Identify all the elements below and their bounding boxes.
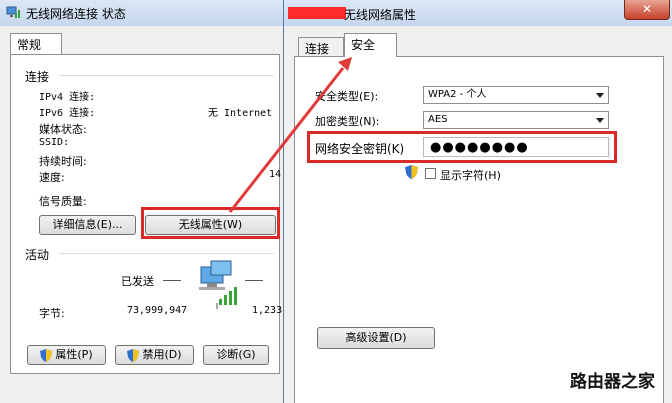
connection-divider	[59, 75, 274, 76]
watermark-text: 路由器之家	[570, 372, 655, 392]
network-icon	[6, 6, 20, 18]
speed-label: 速度:	[39, 171, 65, 184]
connection-status-window: 无线网络连接 状态 常规 连接 IPv4 连接: IPv6 连接: 无 Inte…	[0, 0, 287, 403]
media-state-label: 媒体状态:	[39, 123, 87, 136]
details-button[interactable]: 详细信息(E)...	[39, 215, 136, 235]
close-button[interactable]: ✕	[624, 0, 670, 20]
chevron-down-icon	[596, 118, 604, 123]
ssid-label: SSID:	[39, 137, 70, 148]
disable-button[interactable]: 禁用(D)	[115, 345, 194, 365]
bytes-label: 字节:	[39, 307, 65, 320]
encryption-type-label: 加密类型(N):	[315, 115, 380, 128]
security-type-label: 安全类型(E):	[315, 90, 379, 103]
chevron-down-icon	[596, 93, 604, 98]
speed-value: 14	[269, 169, 282, 180]
network-key-highlight	[307, 131, 617, 163]
right-window-title: 无线网络属性	[344, 8, 417, 22]
uac-shield-icon	[40, 348, 53, 362]
uac-shield-icon	[405, 165, 418, 179]
uac-shield-icon	[127, 348, 140, 362]
ipv6-value: 无 Internet	[208, 108, 273, 119]
ipv6-label: IPv6 连接:	[39, 108, 96, 119]
security-type-select[interactable]: WPA2 - 个人	[423, 86, 609, 104]
security-panel: 安全类型(E): WPA2 - 个人 加密类型(N): AES 网络安全密钥(K…	[294, 56, 664, 403]
show-characters-label: 显示字符(H)	[440, 169, 501, 182]
signal-quality-label: 信号质量:	[39, 195, 87, 208]
show-characters-checkbox[interactable]	[425, 168, 436, 179]
diagnose-button[interactable]: 诊断(G)	[203, 345, 269, 365]
encryption-type-select[interactable]: AES	[423, 111, 609, 129]
left-titlebar[interactable]: 无线网络连接 状态	[0, 0, 286, 26]
properties-button[interactable]: 属性(P)	[27, 345, 106, 365]
ipv4-label: IPv4 连接:	[39, 92, 96, 103]
tab-connection[interactable]: 连接	[298, 37, 344, 56]
activity-divider	[59, 253, 274, 254]
connection-heading: 连接	[25, 70, 50, 84]
tab-security[interactable]: 安全	[344, 33, 397, 57]
redacted-network-name	[288, 7, 346, 19]
sent-bytes-value: 73,999,947	[127, 305, 188, 316]
sent-line	[163, 280, 181, 281]
close-icon: ✕	[641, 2, 653, 16]
activity-heading: 活动	[25, 248, 50, 262]
tab-general[interactable]: 常规	[10, 33, 62, 55]
sent-label: 已发送	[121, 275, 154, 288]
advanced-settings-button[interactable]: 高级设置(D)	[317, 327, 435, 349]
left-window-title: 无线网络连接 状态	[26, 7, 126, 21]
wireless-properties-window: 无线网络属性 ✕ 连接 安全 安全类型(E): WPA2 - 个人 加密类型(N…	[283, 0, 672, 403]
duration-label: 持续时间:	[39, 155, 87, 168]
wireless-properties-highlight	[141, 207, 280, 239]
received-line	[245, 280, 263, 281]
right-titlebar[interactable]: 无线网络属性 ✕	[284, 0, 672, 26]
computers-activity-icon	[199, 260, 237, 309]
received-bytes-value: 1,233	[252, 305, 283, 316]
